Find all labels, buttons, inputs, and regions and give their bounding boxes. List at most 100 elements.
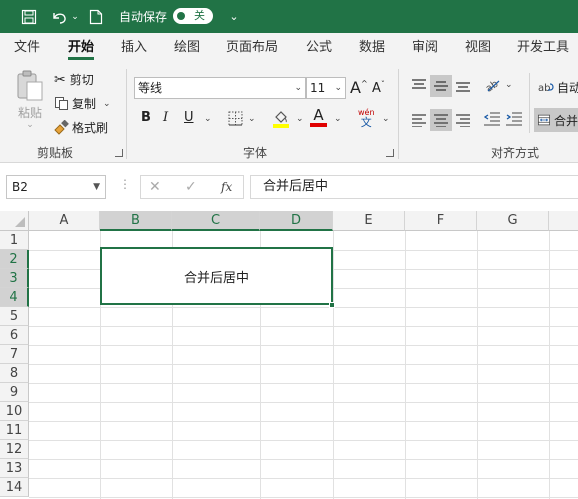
group-divider [126, 69, 127, 159]
fill-color-dropdown-icon[interactable]: ⌄ [296, 114, 304, 124]
align-middle-button[interactable] [430, 75, 452, 97]
merged-cell-b2-d4[interactable]: 合并后居中 [100, 247, 333, 305]
column-header-f[interactable]: F [405, 211, 477, 231]
font-color-button[interactable]: A [310, 108, 327, 127]
font-size-select[interactable]: 11 ⌄ [306, 77, 346, 99]
tab-draw[interactable]: 绘图 [174, 33, 200, 63]
formula-bar-grip-icon[interactable]: ⋮ [119, 178, 131, 190]
row-header-11[interactable]: 11 [0, 421, 29, 440]
row-header-10[interactable]: 10 [0, 402, 29, 421]
save-icon[interactable] [18, 0, 40, 33]
grid-line [29, 326, 578, 327]
underline-dropdown-icon[interactable]: ⌄ [204, 114, 212, 124]
row-header-4[interactable]: 4 [0, 288, 29, 307]
grid-line [29, 383, 578, 384]
tab-insert[interactable]: 插入 [121, 33, 147, 63]
insert-function-icon[interactable]: fx [221, 176, 232, 198]
align-middle-icon [434, 81, 448, 91]
column-header-b[interactable]: B [100, 211, 172, 231]
formula-bar: B2 ▼ ⋮ ✕ ✓ fx 合并后居中 [0, 163, 578, 211]
group-divider [529, 73, 530, 133]
column-header-e[interactable]: E [333, 211, 405, 231]
formula-input[interactable]: 合并后居中 [250, 175, 578, 199]
tab-developer[interactable]: 开发工具 [517, 33, 569, 63]
new-file-icon[interactable] [86, 0, 106, 33]
column-header-d[interactable]: D [260, 211, 333, 231]
decrease-indent-button[interactable] [484, 112, 500, 126]
cut-button[interactable]: ✂ 剪切 [54, 71, 94, 88]
clipboard-group-label: 剪贴板 [37, 146, 74, 160]
borders-button[interactable]: ⌄ [228, 111, 256, 126]
grow-font-button[interactable]: A ^ [350, 78, 368, 97]
shrink-font-button[interactable]: Aˇ [372, 80, 385, 96]
tab-review[interactable]: 审阅 [412, 33, 438, 63]
font-color-dropdown-icon[interactable]: ⌄ [334, 114, 342, 124]
row-header-9[interactable]: 9 [0, 383, 29, 402]
tab-data[interactable]: 数据 [359, 33, 385, 63]
autosave-toggle[interactable]: 关 [173, 8, 213, 24]
column-header-a[interactable]: A [29, 211, 100, 231]
formula-buttons: ✕ ✓ fx [140, 175, 244, 199]
clipboard-launcher-icon[interactable] [115, 149, 123, 157]
row-header-7[interactable]: 7 [0, 345, 29, 364]
grid-line [29, 364, 578, 365]
underline-button[interactable]: U [184, 110, 194, 125]
orientation-button[interactable]: ab ⌄ [484, 77, 513, 93]
fill-color-button[interactable] [273, 109, 289, 128]
row-header-6[interactable]: 6 [0, 326, 29, 345]
row-header-3[interactable]: 3 [0, 269, 29, 288]
align-bottom-button[interactable] [452, 75, 474, 97]
italic-button[interactable]: I [163, 110, 168, 125]
row-header-5[interactable]: 5 [0, 307, 29, 326]
grid-line [29, 421, 578, 422]
column-header-overflow[interactable] [549, 211, 578, 231]
row-header-1[interactable]: 1 [0, 231, 29, 250]
borders-dropdown-icon: ⌄ [248, 113, 256, 124]
row-header-12[interactable]: 12 [0, 440, 29, 459]
grid-line [29, 440, 578, 441]
select-all-button[interactable] [0, 211, 29, 231]
shrink-font-icon: A [372, 81, 381, 96]
copy-button[interactable]: 复制 ⌄ [54, 95, 111, 112]
bold-button[interactable]: B [141, 110, 151, 125]
wrap-text-button[interactable]: ab 自动 [538, 79, 578, 96]
row-header-14[interactable]: 14 [0, 478, 29, 497]
tab-formulas[interactable]: 公式 [306, 33, 332, 63]
tab-view[interactable]: 视图 [465, 33, 491, 63]
column-header-c[interactable]: C [172, 211, 260, 231]
row-header-8[interactable]: 8 [0, 364, 29, 383]
undo-icon[interactable] [48, 0, 70, 33]
tab-page-layout[interactable]: 页面布局 [226, 33, 278, 63]
paste-button[interactable]: 粘贴 ⌄ [14, 69, 46, 130]
paste-icon [17, 70, 43, 101]
align-top-button[interactable] [408, 75, 430, 95]
scissors-icon: ✂ [54, 71, 66, 88]
font-launcher-icon[interactable] [386, 149, 394, 157]
format-painter-button[interactable]: 格式刷 [54, 119, 108, 136]
merge-center-button[interactable]: 合并 [534, 108, 578, 132]
column-header-g[interactable]: G [477, 211, 549, 231]
paste-dropdown-icon: ⌄ [26, 120, 34, 130]
phonetic-dropdown-icon[interactable]: ⌄ [382, 114, 390, 124]
row-header-13[interactable]: 13 [0, 459, 29, 478]
name-box[interactable]: B2 ▼ [6, 175, 106, 199]
chevron-down-icon: ⌄ [294, 83, 302, 93]
ribbon-tabs: 文件 开始 插入 绘图 页面布局 公式 数据 审阅 视图 开发工具 [0, 33, 578, 63]
tab-file[interactable]: 文件 [14, 33, 40, 63]
align-right-button[interactable] [452, 109, 474, 131]
row-header-2[interactable]: 2 [0, 250, 29, 269]
align-right-icon [456, 114, 470, 127]
phonetic-button[interactable]: wén 文 [358, 108, 375, 128]
cancel-icon[interactable]: ✕ [149, 176, 161, 198]
tab-home[interactable]: 开始 [68, 33, 95, 63]
align-left-button[interactable] [408, 109, 430, 131]
customize-toolbar-icon[interactable]: ⌄ [226, 0, 242, 33]
increase-indent-button[interactable] [506, 112, 522, 126]
enter-icon[interactable]: ✓ [185, 176, 197, 198]
align-center-button[interactable] [430, 109, 452, 131]
alignment-group-label: 对齐方式 [491, 146, 540, 160]
undo-dropdown-icon[interactable]: ⌄ [70, 0, 80, 33]
fill-handle[interactable] [329, 302, 335, 308]
paste-label: 粘贴 [17, 106, 42, 120]
font-name-select[interactable]: 等线 ⌄ [134, 77, 306, 99]
